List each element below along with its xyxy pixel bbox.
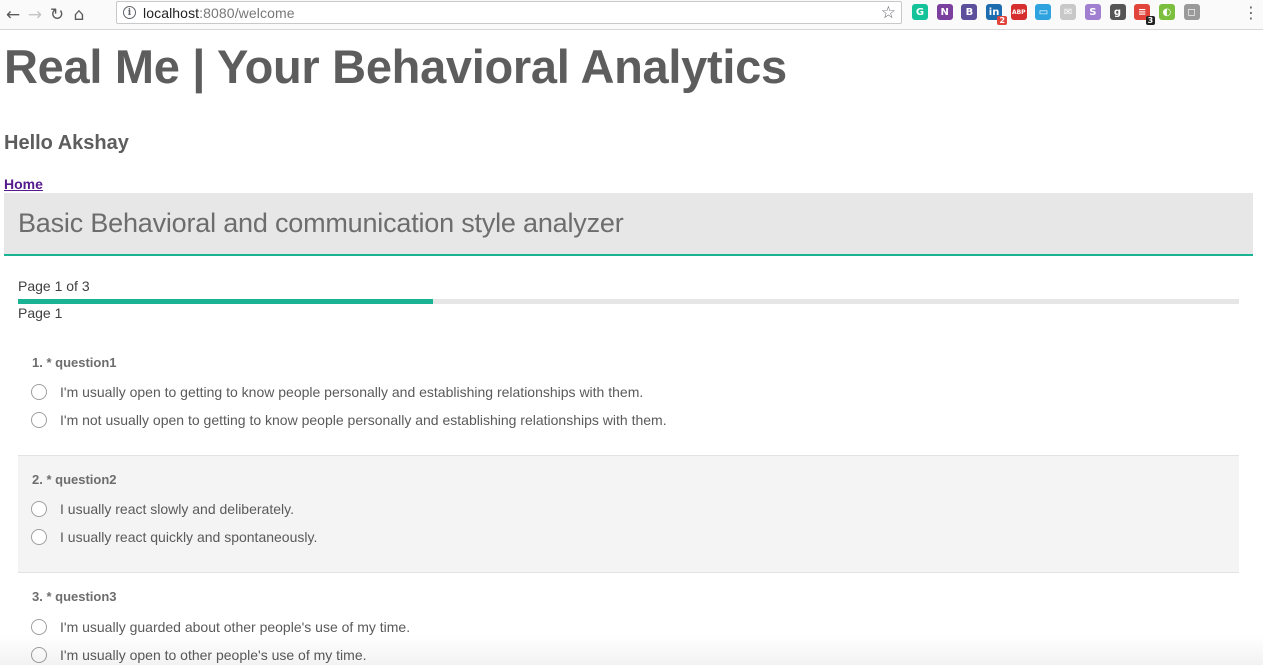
question-title: 3. * question3 bbox=[32, 589, 117, 604]
radio-button[interactable] bbox=[31, 529, 47, 545]
choice-item[interactable]: I'm usually open to getting to know peop… bbox=[31, 384, 643, 400]
radio-button[interactable] bbox=[31, 647, 47, 663]
mail-icon[interactable]: ✉ bbox=[1060, 4, 1077, 20]
site-info-icon[interactable]: i bbox=[123, 6, 136, 19]
page-name: Page 1 bbox=[18, 305, 63, 321]
page-content: Real Me | Your Behavioral Analytics Hell… bbox=[0, 31, 1263, 665]
home-icon[interactable]: ⌂ bbox=[68, 3, 90, 27]
choice-label: I'm usually open to getting to know peop… bbox=[60, 384, 644, 400]
bold-b-icon[interactable]: B bbox=[961, 4, 978, 20]
extensions-bar: G N Bin 2 ABP ▭ ✉ Sg ≡ 3 ◐ ◻ bbox=[912, 4, 1208, 25]
page-indicator: Page 1 of 3 bbox=[18, 278, 90, 294]
green-ext-icon[interactable]: ◐ bbox=[1158, 4, 1175, 20]
address-bar[interactable]: i localhost:8080/welcome ☆ bbox=[116, 1, 902, 24]
app-title: Real Me | Your Behavioral Analytics bbox=[4, 40, 787, 93]
radio-button[interactable] bbox=[31, 619, 47, 635]
url-path: :8080/welcome bbox=[199, 4, 295, 21]
radio-button[interactable] bbox=[31, 501, 47, 517]
bookmark-star-icon[interactable]: ☆ bbox=[881, 3, 896, 23]
home-link[interactable]: Home bbox=[4, 176, 43, 192]
extension-badge: 3 bbox=[1145, 16, 1156, 25]
greeting: Hello Akshay bbox=[4, 132, 129, 154]
back-arrow-icon[interactable]: ← bbox=[2, 3, 24, 27]
choice-label: I'm usually guarded about other people's… bbox=[60, 619, 411, 635]
choice-label: I usually react slowly and deliberately. bbox=[60, 501, 294, 517]
question-title: 1. * question1 bbox=[32, 355, 117, 370]
g-icon[interactable]: g bbox=[1109, 4, 1126, 20]
extension-badge: 2 bbox=[997, 16, 1008, 25]
choice-item[interactable]: I'm not usually open to getting to know … bbox=[31, 412, 667, 428]
survey-title: Basic Behavioral and communication style… bbox=[18, 208, 624, 238]
choice-item[interactable]: I usually react quickly and spontaneousl… bbox=[31, 529, 317, 545]
choice-label: I'm usually open to other people's use o… bbox=[60, 647, 367, 663]
question-1: 1. * question1 I'm usually open to getti… bbox=[18, 337, 1239, 455]
grammarly-icon[interactable]: G bbox=[912, 4, 928, 20]
choice-item[interactable]: I'm usually open to other people's use o… bbox=[31, 647, 367, 663]
s-icon[interactable]: S bbox=[1084, 4, 1101, 20]
url-host: localhost bbox=[143, 4, 200, 21]
progress-fill bbox=[18, 299, 434, 304]
choice-item[interactable]: I usually react slowly and deliberately. bbox=[31, 501, 294, 517]
progress-bar bbox=[18, 299, 1239, 304]
survey-header: Basic Behavioral and communication style… bbox=[4, 193, 1253, 256]
radio-button[interactable] bbox=[31, 384, 47, 400]
gray-ext-icon[interactable]: ◻ bbox=[1183, 4, 1200, 20]
adblock-icon[interactable]: ABP bbox=[1010, 4, 1027, 20]
question-3: 3. * question3 I'm usually guarded about… bbox=[18, 573, 1239, 665]
choice-label: I usually react quickly and spontaneousl… bbox=[60, 529, 318, 545]
todoist-icon[interactable]: ≡ 3 bbox=[1134, 4, 1156, 25]
question-title: 2. * question2 bbox=[32, 472, 117, 487]
url-text[interactable]: localhost:8080/welcome bbox=[143, 5, 295, 21]
browser-menu-icon[interactable]: ⋮ bbox=[1243, 3, 1259, 22]
radio-button[interactable] bbox=[31, 412, 47, 428]
choice-label: I'm not usually open to getting to know … bbox=[60, 412, 667, 428]
window-icon[interactable]: ▭ bbox=[1035, 4, 1052, 20]
question-2: 2. * question2 I usually react slowly an… bbox=[18, 455, 1239, 573]
browser-toolbar: ← → ↻ ⌂ i localhost:8080/welcome ☆ G N Bin… bbox=[0, 0, 1263, 30]
linkedin-icon[interactable]: in 2 bbox=[986, 4, 1008, 25]
choice-item[interactable]: I'm usually guarded about other people's… bbox=[31, 619, 410, 635]
onenote-icon[interactable]: N bbox=[936, 4, 953, 20]
forward-arrow-icon[interactable]: → bbox=[24, 3, 46, 27]
reload-icon[interactable]: ↻ bbox=[46, 3, 68, 27]
